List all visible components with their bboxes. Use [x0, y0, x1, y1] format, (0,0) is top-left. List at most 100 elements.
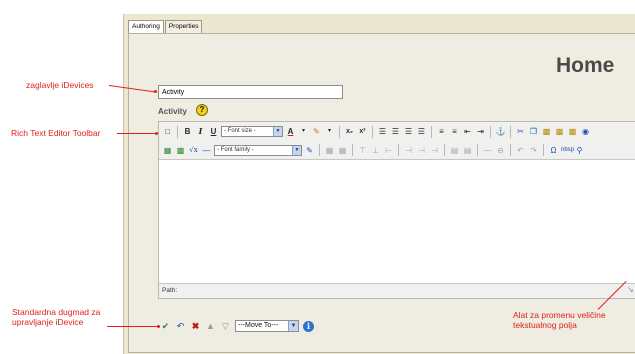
- idevice-actions: ✔ ↶ ✖ ▲ ▽ ---Move To--- ▼ i: [160, 320, 314, 332]
- anchor-icon[interactable]: ⚓: [495, 126, 506, 137]
- annotation-rte-toolbar: Rich Text Editor Toolbar: [11, 128, 101, 138]
- insert-media-icon[interactable]: ▩: [175, 145, 186, 156]
- delete-x-icon[interactable]: ✖: [190, 321, 201, 332]
- page-title: Home: [556, 54, 615, 77]
- align-justify-icon[interactable]: ☰: [416, 126, 427, 137]
- chevron-down-icon: ▼: [273, 127, 282, 136]
- underline-icon[interactable]: U: [208, 126, 219, 137]
- toolbar-separator: [431, 125, 432, 138]
- idevice-field-label: Activity: [158, 107, 187, 116]
- undo-icon: ↶: [517, 145, 524, 155]
- idevice-title-input[interactable]: [158, 85, 343, 99]
- move-to-select[interactable]: ---Move To--- ▼: [235, 320, 299, 332]
- annotation-standard-buttons-1: Standardna dugmad za: [12, 307, 101, 317]
- dropdown-arrow-icon[interactable]: ▾: [324, 126, 335, 137]
- font-family-select[interactable]: - Font family - ▼: [214, 144, 302, 156]
- move-to-select-label: ---Move To---: [238, 322, 279, 329]
- font-size-select[interactable]: - Font size - ▼: [221, 126, 283, 137]
- annotation-dot: [157, 325, 160, 328]
- insert-link-icon[interactable]: ―: [201, 145, 212, 156]
- bullet-list-icon[interactable]: ≡: [436, 126, 447, 137]
- bold-icon[interactable]: B: [182, 126, 193, 137]
- copy-icon[interactable]: ❐: [528, 126, 539, 137]
- toolbar-separator: [477, 144, 478, 156]
- path-bar: Path:: [159, 283, 635, 298]
- superscript-icon[interactable]: x²: [357, 126, 368, 137]
- font-size-select-label: - Font size -: [224, 128, 256, 134]
- math-formula-icon[interactable]: √x: [188, 145, 199, 156]
- insert-row-after-icon: ⊥: [372, 145, 379, 155]
- italic-icon[interactable]: I: [195, 126, 206, 137]
- paste-icon[interactable]: ▩: [541, 126, 552, 137]
- insert-row-before-icon: ⊤: [359, 145, 366, 155]
- paste-word-icon[interactable]: ▩: [567, 126, 578, 137]
- paste-text-icon[interactable]: ▩: [554, 126, 565, 137]
- annotation-line: [117, 133, 156, 134]
- editor-content-area[interactable]: [159, 162, 635, 283]
- toolbar-separator: [177, 125, 178, 138]
- annotation-resize-tool-1: Alat za promenu veličine: [513, 310, 606, 320]
- tab-bar: Authoring Properties: [128, 20, 203, 34]
- toolbar-separator: [319, 144, 320, 156]
- help-icon[interactable]: ?: [196, 104, 208, 116]
- editor-toolbar-row2: ▦ ▩ √x ― - Font family - ▼ ✎ ▦ ▦ ⊤ ⊥ ⊢ ⊣…: [159, 141, 635, 160]
- tab-authoring[interactable]: Authoring: [128, 20, 164, 34]
- toolbar-separator: [510, 144, 511, 156]
- annotation-title-header: zaglavlje iDevices: [26, 80, 94, 90]
- info-icon[interactable]: i: [303, 320, 314, 332]
- search-icon[interactable]: ⚲: [574, 145, 585, 156]
- indent-icon[interactable]: ⇥: [475, 126, 486, 137]
- annotation-standard-buttons-2: upravljanje iDevice: [12, 317, 84, 327]
- toolbar-separator: [372, 125, 373, 138]
- outdent-icon[interactable]: ⇤: [462, 126, 473, 137]
- toolbar-separator: [510, 125, 511, 138]
- toolbar-separator: [490, 125, 491, 138]
- toolbar-separator: [398, 144, 399, 156]
- delete-col-icon: ⊣: [431, 145, 438, 155]
- align-left-icon[interactable]: ☰: [377, 126, 388, 137]
- editor-toolbar-row1: □ B I U - Font size - ▼ A ▾ ✎ ▾ x₂ x² ☰ …: [159, 122, 635, 141]
- insert-col-before-icon: ⊣: [405, 145, 412, 155]
- horizontal-rule-icon: —: [483, 145, 492, 155]
- remove-format-icon: ⊖: [497, 145, 504, 155]
- chevron-down-icon: ▼: [288, 321, 298, 331]
- align-center-icon[interactable]: ☰: [390, 126, 401, 137]
- special-char-icon[interactable]: Ω: [548, 145, 559, 156]
- help-toolbar-icon[interactable]: ◉: [580, 126, 591, 137]
- nonbreaking-space-icon[interactable]: nbsp: [561, 145, 574, 156]
- toolbar-separator: [352, 144, 353, 156]
- merge-cells-icon: ▤: [463, 145, 472, 155]
- chevron-down-icon: ▼: [292, 145, 301, 155]
- redo-icon: ↷: [530, 145, 537, 155]
- tab-properties[interactable]: Properties: [164, 20, 203, 34]
- subscript-icon[interactable]: x₂: [344, 126, 355, 137]
- move-down-icon[interactable]: ▽: [220, 321, 231, 332]
- highlight-color-icon[interactable]: ✎: [311, 126, 322, 137]
- rich-text-editor: □ B I U - Font size - ▼ A ▾ ✎ ▾ x₂ x² ☰ …: [158, 121, 635, 299]
- resize-handle-icon[interactable]: ↘: [627, 286, 635, 294]
- edit-style-icon[interactable]: ✎: [304, 145, 315, 156]
- annotation-resize-tool-2: tekstualnog polja: [513, 320, 577, 330]
- delete-row-icon: ⊢: [385, 145, 392, 155]
- annotation-dot: [154, 90, 157, 93]
- numbered-list-icon[interactable]: ≡: [449, 126, 460, 137]
- insert-table-icon[interactable]: ▦: [162, 145, 173, 156]
- split-cells-icon: ▤: [450, 145, 459, 155]
- undo-edit-icon[interactable]: ↶: [175, 321, 186, 332]
- insert-col-after-icon: ⊣: [418, 145, 425, 155]
- move-up-icon[interactable]: ▲: [205, 321, 216, 332]
- cut-icon[interactable]: ✂: [515, 126, 526, 137]
- new-document-icon[interactable]: □: [162, 126, 173, 137]
- toolbar-separator: [543, 144, 544, 156]
- annotation-dot: [155, 132, 158, 135]
- text-color-icon[interactable]: A: [285, 126, 296, 137]
- dropdown-arrow-icon[interactable]: ▾: [298, 126, 309, 137]
- annotation-line: [107, 326, 158, 327]
- toolbar-separator: [339, 125, 340, 138]
- toolbar-separator: [444, 144, 445, 156]
- table-cell-icon: ▦: [338, 145, 347, 155]
- font-family-select-label: - Font family -: [217, 146, 254, 153]
- done-check-icon[interactable]: ✔: [160, 321, 171, 332]
- table-row-icon: ▦: [325, 145, 334, 155]
- align-right-icon[interactable]: ☰: [403, 126, 414, 137]
